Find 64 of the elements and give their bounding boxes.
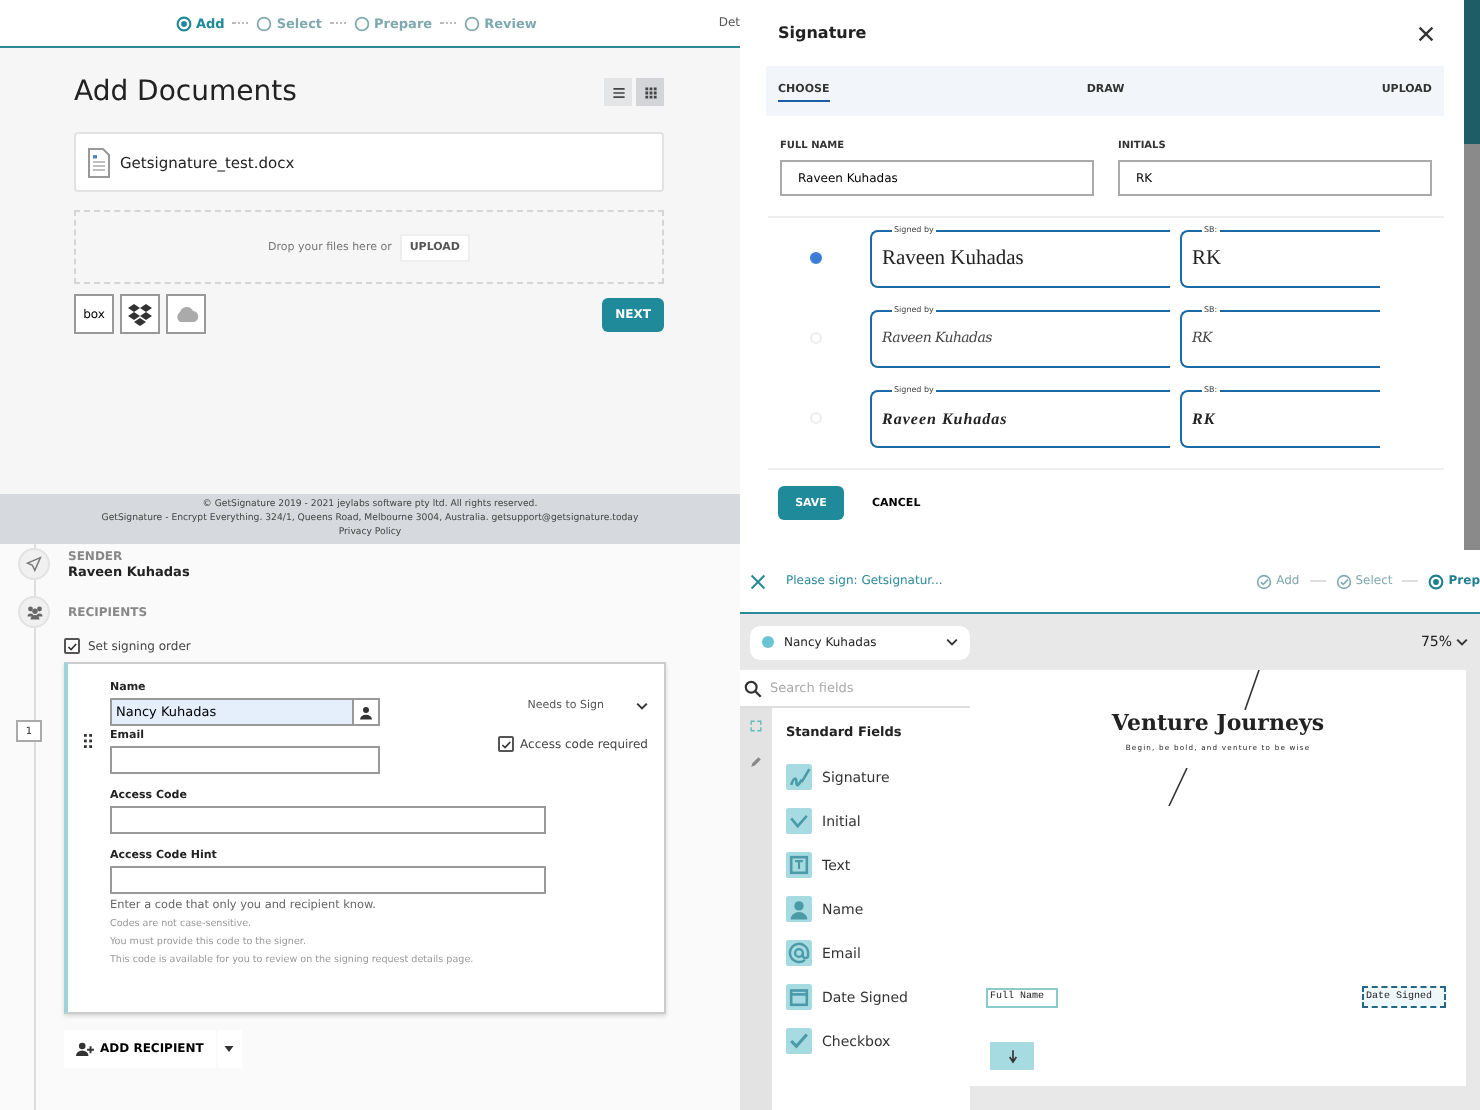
dropdown-button[interactable] <box>217 1030 242 1068</box>
close-icon <box>1418 25 1434 41</box>
page-title: Add Documents <box>74 76 297 108</box>
list-view-button[interactable] <box>604 78 632 106</box>
diamonds-icon <box>128 303 152 325</box>
circle-icon <box>464 15 481 31</box>
access-code-field[interactable] <box>110 806 546 834</box>
checkbox[interactable] <box>498 736 515 752</box>
chevron-icon <box>1456 638 1468 646</box>
circle-icon <box>256 15 273 31</box>
cloud-icon <box>173 306 199 322</box>
circle-icon <box>1428 573 1445 589</box>
initials-text: RK <box>1192 247 1222 269</box>
chevron-icon <box>946 638 958 646</box>
close-icon <box>750 573 766 589</box>
pen-icon <box>786 764 812 790</box>
close-button[interactable] <box>1418 25 1434 41</box>
check-circle-icon <box>1256 573 1273 589</box>
chevron-icon <box>636 702 648 710</box>
down-arrow-icon <box>1007 1049 1017 1063</box>
text-box-icon <box>786 852 812 878</box>
document-icon <box>88 147 110 177</box>
people-icon <box>25 604 43 620</box>
at-sign-icon <box>786 940 812 966</box>
decorative-line <box>1168 768 1188 806</box>
initials-text: RK <box>1192 409 1216 427</box>
dialog-title: Signature <box>778 24 867 42</box>
check-circle-icon <box>1335 573 1352 589</box>
contact-button[interactable] <box>354 698 380 726</box>
email-field[interactable] <box>110 746 380 774</box>
checkmark-icon <box>500 737 513 751</box>
step-connector <box>440 22 457 24</box>
step-connector <box>232 22 249 24</box>
step-connector <box>1309 580 1326 582</box>
decorative-line <box>1244 670 1260 710</box>
signature-text: Raveen Kuhadas <box>882 247 1024 269</box>
drag-handle-icon[interactable] <box>84 732 96 750</box>
checkmark-icon <box>786 1028 812 1054</box>
pencil-icon <box>750 756 762 768</box>
checkmark-icon <box>66 639 78 653</box>
dots-icon <box>84 734 92 748</box>
calendar-icon <box>786 984 812 1010</box>
grid-view-button[interactable] <box>636 78 664 106</box>
person-icon <box>786 896 812 922</box>
grid-icon <box>643 85 657 99</box>
person-plus-icon <box>76 1042 94 1056</box>
storage-button[interactable] <box>120 294 160 334</box>
document-heading: Venture Journeys <box>1109 710 1327 736</box>
checkbox[interactable] <box>64 638 80 654</box>
circle-icon <box>176 15 192 31</box>
step-connector <box>330 22 347 24</box>
signature-field-placeholder[interactable] <box>990 1042 1034 1070</box>
step-connector <box>1402 580 1419 582</box>
search-icon <box>744 679 762 697</box>
caret-icon <box>224 1046 235 1052</box>
circle-icon <box>354 15 371 31</box>
expand-icon <box>750 720 762 732</box>
radio-button[interactable] <box>810 252 822 264</box>
list-icon <box>611 85 625 99</box>
paper-plane-icon <box>26 556 42 572</box>
check-icon <box>786 808 812 834</box>
person-icon <box>360 705 372 719</box>
signature-text: Raveen Kuhadas <box>882 409 1008 427</box>
hint-field[interactable] <box>110 866 546 894</box>
